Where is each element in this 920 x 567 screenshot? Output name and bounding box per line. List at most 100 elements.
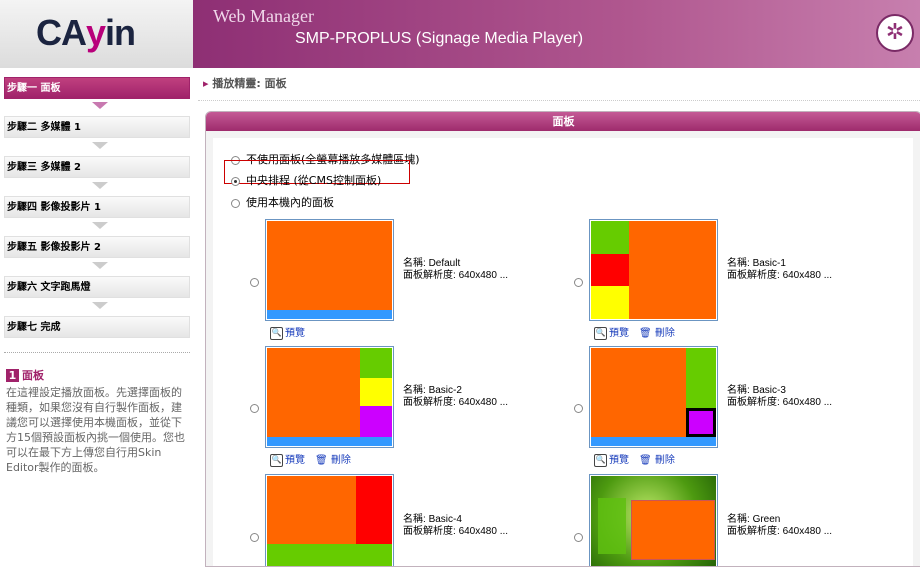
step-3-media-2[interactable]: 步驟三 多媒體 2 (4, 156, 190, 178)
option-label: 中央排程 (從CMS控制面板) (246, 174, 382, 187)
layout-basic1-thumbnail[interactable] (589, 219, 718, 321)
zone-green (360, 348, 392, 378)
option-central-schedule[interactable]: 中央排程 (從CMS控制面板) (231, 172, 381, 188)
zone-orange (629, 221, 716, 319)
step-4-slideshow-1[interactable]: 步驟四 影像投影片 1 (4, 196, 190, 218)
layout-name: Green (752, 514, 781, 525)
breadcrumb-arrow-icon: ▸ (203, 77, 209, 90)
layout-green-radio[interactable] (574, 533, 583, 542)
layout-basic4-radio[interactable] (250, 533, 259, 542)
name-label: 名稱 (403, 385, 423, 396)
radio-central-schedule[interactable] (231, 176, 240, 186)
layout-default-radio[interactable] (250, 278, 259, 287)
trash-icon: 🗑 (315, 455, 328, 466)
resolution-label: 面板解析度 (403, 526, 453, 537)
step-5-slideshow-2[interactable]: 步驟五 影像投影片 2 (4, 236, 190, 258)
layout-basic1-info: 名稱: Basic-1 面板解析度: 640x480 ... (727, 258, 833, 281)
help-box: 1 面板 在這裡設定播放面板。先選擇面板的種類，如果您沒有自行製作面板，建議您可以… (6, 368, 190, 475)
layout-default-info: 名稱: Default 面板解析度: 640x480 ... (403, 258, 509, 281)
step-2-media-1[interactable]: 步驟二 多媒體 1 (4, 116, 190, 138)
layout-name: Basic-4 (428, 514, 462, 525)
wizard-sidebar: 步驟一 面板 步驟二 多媒體 1 步驟三 多媒體 2 步驟四 影像投影片 1 步… (0, 68, 193, 565)
delete-link[interactable]: 🗑 刪除 (639, 328, 675, 339)
layout-default-thumbnail[interactable] (265, 219, 394, 321)
panel-header: 面板 (206, 112, 920, 131)
zone-green (591, 221, 629, 254)
zone-orange (631, 500, 715, 560)
breadcrumb-text: 播放精靈: 面板 (212, 77, 287, 90)
name-label: 名稱 (403, 514, 423, 525)
name-label: 名稱 (403, 258, 423, 269)
layout-basic2-radio[interactable] (250, 404, 259, 413)
magnifier-icon: 🔍 (270, 326, 283, 340)
magnifier-icon: 🔍 (594, 326, 607, 340)
layout-basic1-actions: 🔍 預覽 🗑 刪除 (594, 324, 675, 340)
delete-label: 刪除 (654, 328, 675, 339)
delete-link[interactable]: 🗑 刪除 (315, 455, 351, 466)
layout-basic4-info: 名稱: Basic-4 面板解析度: 640x480 ... (403, 514, 509, 537)
layout-basic1-radio[interactable] (574, 278, 583, 287)
zone-red (356, 476, 392, 544)
step-arrow-icon (92, 222, 108, 229)
resolution-label: 面板解析度 (403, 270, 453, 281)
layout-basic2-actions: 🔍 預覽 🗑 刪除 (270, 451, 351, 467)
layout-name: Basic-3 (752, 385, 786, 396)
name-label: 名稱 (727, 385, 747, 396)
step-label: 步驟四 影像投影片 1 (7, 202, 101, 213)
help-text: 在這裡設定播放面板。先選擇面板的種類，如果您沒有自行製作面板，建議您可以選擇使用… (6, 386, 185, 474)
preview-link[interactable]: 🔍 預覽 (594, 326, 629, 340)
logo-text-y: y (86, 12, 106, 53)
delete-label: 刪除 (330, 455, 351, 466)
option-local-panel[interactable]: 使用本機內的面板 (231, 194, 334, 210)
layout-default-actions: 🔍 預覽 (270, 324, 305, 340)
zone-green (267, 544, 392, 566)
step-arrow-icon (92, 142, 108, 149)
zone-blue (267, 310, 392, 319)
zone-blue (591, 437, 716, 446)
layout-resolution: 640x480 ... (782, 526, 833, 537)
step-label: 步驟五 影像投影片 2 (7, 242, 101, 253)
layout-name: Basic-1 (752, 258, 786, 269)
delete-link[interactable]: 🗑 刪除 (639, 455, 675, 466)
name-label: 名稱 (727, 258, 747, 269)
step-label: 步驟七 完成 (7, 322, 61, 333)
zone-green (598, 498, 626, 554)
sidebar-divider (4, 352, 190, 353)
step-arrow-icon (92, 302, 108, 309)
resolution-label: 面板解析度 (727, 397, 777, 408)
breadcrumb: ▸ 播放精靈: 面板 (193, 68, 920, 100)
step-1-panel[interactable]: 步驟一 面板 (4, 77, 190, 99)
layout-resolution: 640x480 ... (458, 526, 509, 537)
step-arrow-icon (92, 102, 108, 109)
radio-local-panel[interactable] (231, 198, 240, 208)
breadcrumb-divider (198, 100, 920, 101)
help-title-row: 1 面板 (6, 368, 190, 383)
cayin-logo: CAyin (0, 0, 193, 68)
zone-orange (591, 348, 686, 437)
zone-blue (267, 437, 392, 446)
layout-resolution: 640x480 ... (782, 397, 833, 408)
step-arrow-icon (92, 182, 108, 189)
help-title: 面板 (22, 369, 44, 382)
layout-basic4-thumbnail[interactable] (265, 474, 394, 566)
step-7-finish[interactable]: 步驟七 完成 (4, 316, 190, 338)
resolution-label: 面板解析度 (727, 270, 777, 281)
layout-green-info: 名稱: Green 面板解析度: 640x480 ... (727, 514, 833, 537)
layout-green-thumbnail[interactable] (589, 474, 718, 566)
help-number-badge: 1 (6, 369, 19, 382)
logo-text-ca: CA (36, 12, 87, 53)
step-label: 步驟二 多媒體 1 (7, 122, 81, 133)
zone-red (591, 254, 629, 286)
resolution-label: 面板解析度 (727, 526, 777, 537)
layout-basic3-radio[interactable] (574, 404, 583, 413)
device-subtitle: SMP-PROPLUS (Signage Media Player) (295, 30, 584, 47)
panel-body: 不使用面板(全螢幕播放多媒體區塊) 中央排程 (從CMS控制面板) 使用本機內的… (213, 138, 913, 566)
layout-basic2-thumbnail[interactable] (265, 346, 394, 448)
layout-basic3-thumbnail[interactable] (589, 346, 718, 448)
magnifier-icon: 🔍 (270, 453, 283, 467)
step-6-ticker[interactable]: 步驟六 文字跑馬燈 (4, 276, 190, 298)
preview-label: 預覽 (285, 455, 305, 466)
preview-link[interactable]: 🔍 預覽 (594, 453, 629, 467)
preview-link[interactable]: 🔍 預覽 (270, 326, 305, 340)
preview-link[interactable]: 🔍 預覽 (270, 453, 305, 467)
